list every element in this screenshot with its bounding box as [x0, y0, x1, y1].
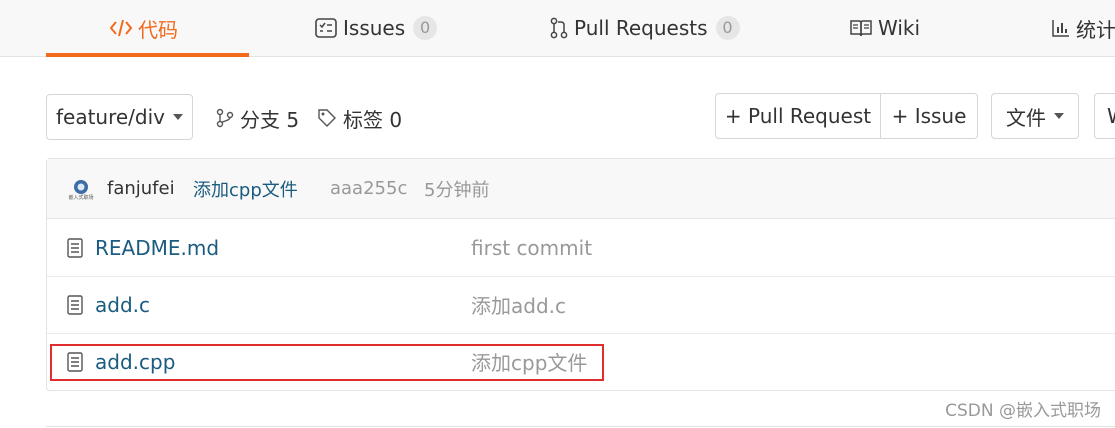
branches-count: 分支 5 — [240, 107, 300, 132]
commit-hash[interactable]: aaa255c — [330, 178, 407, 199]
highlight-box — [50, 344, 604, 381]
file-name-link[interactable]: add.c — [95, 293, 150, 317]
commit-time: 5分钟前 — [424, 179, 490, 201]
new-pull-request-label: + Pull Request — [724, 104, 872, 128]
tab-statistics[interactable]: 统计 — [1052, 0, 1115, 56]
branches-link[interactable]: 分支 5 — [216, 95, 299, 141]
tab-label: Issues — [343, 16, 406, 40]
tags-link[interactable]: 标签 0 — [317, 95, 402, 141]
new-issue-label: + Issue — [891, 104, 967, 128]
chevron-down-icon — [1054, 113, 1064, 119]
watermark: CSDN @嵌入式职场 — [945, 401, 1101, 421]
tab-issues[interactable]: Issues 0 — [315, 0, 438, 56]
bar-chart-icon — [1052, 19, 1070, 37]
tab-pull-requests[interactable]: Pull Requests 0 — [550, 0, 740, 56]
book-icon — [850, 19, 872, 37]
commit-message[interactable]: 添加cpp文件 — [193, 176, 298, 202]
file-icon — [67, 238, 83, 263]
file-icon — [67, 295, 83, 320]
avatar[interactable]: 嵌入式职场 — [68, 179, 94, 203]
file-row[interactable]: add.c 添加add.c — [47, 276, 1115, 334]
new-pull-request-button[interactable]: + Pull Request — [715, 93, 881, 139]
latest-commit-bar: 嵌入式职场 fanjufei 添加cpp文件 aaa255c 5分钟前 — [47, 159, 1115, 219]
tab-label: Pull Requests — [574, 16, 708, 40]
commit-author[interactable]: fanjufei — [107, 178, 175, 199]
file-row[interactable]: README.md first commit — [47, 219, 1115, 277]
tab-code[interactable]: 代码 — [110, 0, 178, 56]
clone-button[interactable]: W — [1094, 93, 1115, 139]
divider — [46, 426, 1115, 427]
clone-button-label: W — [1107, 104, 1115, 128]
branch-icon — [216, 108, 234, 128]
repo-tab-bar: 代码 Issues 0 Pull Requests 0 Wiki 统计 — [0, 0, 1115, 57]
code-icon — [110, 18, 132, 38]
new-issue-button[interactable]: + Issue — [880, 93, 978, 139]
file-commit-message[interactable]: first commit — [471, 236, 592, 260]
tag-icon — [317, 108, 337, 128]
branch-select-value: feature/div — [55, 105, 166, 129]
tab-wiki[interactable]: Wiki — [850, 0, 920, 56]
file-menu-button[interactable]: 文件 — [991, 93, 1079, 139]
active-tab-indicator — [46, 53, 249, 57]
file-name-link[interactable]: README.md — [95, 236, 219, 260]
pull-requests-count-badge: 0 — [715, 16, 740, 40]
issues-count-badge: 0 — [413, 16, 438, 40]
chevron-down-icon — [173, 114, 184, 120]
tab-label: 统计 — [1076, 17, 1115, 42]
tags-count: 标签 0 — [343, 107, 403, 132]
branch-select[interactable]: feature/div — [46, 94, 193, 140]
avatar-caption: 嵌入式职场 — [68, 195, 94, 201]
issues-icon — [315, 18, 337, 38]
file-commit-message[interactable]: 添加add.c — [471, 290, 566, 319]
file-menu-label: 文件 — [1006, 105, 1046, 130]
tab-label: Wiki — [878, 16, 921, 40]
pull-request-icon — [550, 17, 568, 39]
tab-label: 代码 — [138, 17, 178, 42]
